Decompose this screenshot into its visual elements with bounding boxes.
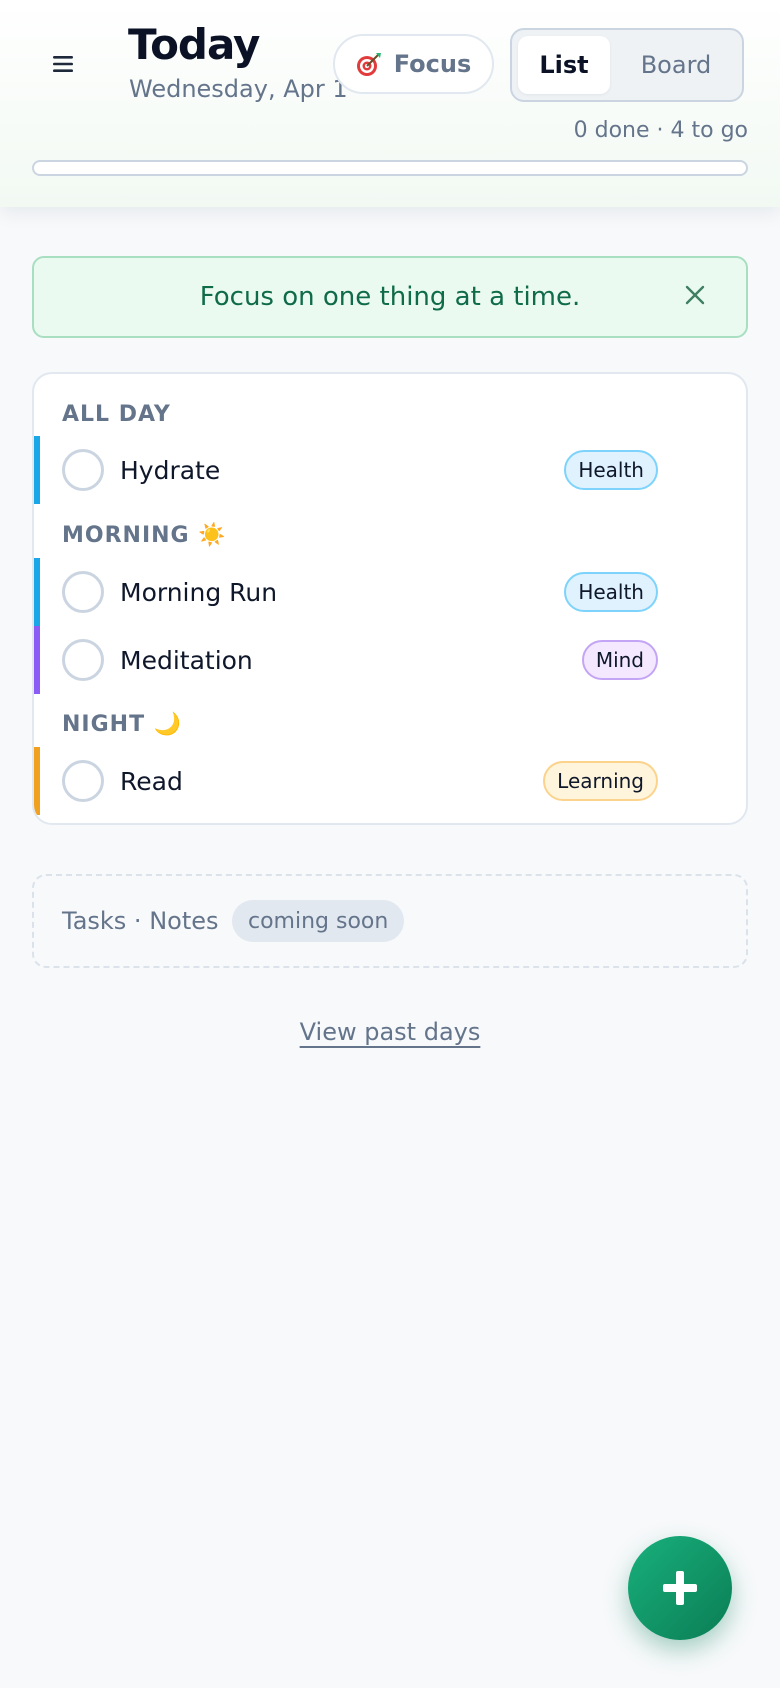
plus-icon — [663, 1571, 697, 1605]
habit-accent-bar — [34, 436, 40, 504]
habit-tag: Learning — [543, 761, 658, 801]
habit-checkbox[interactable] — [62, 449, 104, 491]
tab-board[interactable]: Board — [616, 36, 736, 94]
habit-accent-bar — [34, 558, 40, 626]
habit-checkbox[interactable] — [62, 760, 104, 802]
section-label-morning: MORNING ☀️ — [62, 523, 227, 548]
focus-button[interactable]: Focus — [333, 34, 494, 94]
view-past-days-wrap: View past days — [0, 1018, 780, 1046]
coming-soon-badge: coming soon — [232, 900, 405, 942]
habit-tag: Health — [564, 450, 658, 490]
tab-list[interactable]: List — [518, 36, 610, 94]
habit-name: Hydrate — [120, 456, 221, 485]
habit-row[interactable]: Read Learning — [34, 747, 746, 815]
tasks-notes-label: Tasks · Notes — [62, 907, 219, 935]
habit-accent-bar — [34, 747, 40, 815]
date-subtitle: Wednesday, Apr 1 — [129, 75, 348, 103]
habit-row[interactable]: Morning Run Health — [34, 558, 746, 626]
progress-bar — [32, 160, 748, 176]
close-icon[interactable] — [682, 282, 708, 308]
habit-list-card: ALL DAY Hydrate Health MORNING ☀️ Mornin… — [32, 372, 748, 825]
banner-text: Focus on one thing at a time. — [199, 282, 581, 312]
section-label-all-day: ALL DAY — [62, 402, 171, 427]
page-title: Today — [128, 20, 260, 69]
habit-checkbox[interactable] — [62, 639, 104, 681]
habit-tag: Mind — [581, 640, 658, 680]
tasks-notes-placeholder: Tasks · Notes coming soon — [32, 874, 748, 968]
habit-name: Morning Run — [120, 578, 278, 607]
progress-summary: 0 done · 4 to go — [573, 118, 748, 143]
habit-checkbox[interactable] — [62, 571, 104, 613]
app-header: Today Wednesday, Apr 1 Focus List Board … — [0, 0, 780, 207]
habit-name: Read — [120, 767, 183, 796]
section-label-night: NIGHT 🌙 — [62, 712, 183, 737]
view-past-days-link[interactable]: View past days — [300, 1018, 481, 1046]
habit-name: Meditation — [120, 646, 253, 675]
habit-row[interactable]: Hydrate Health — [34, 436, 746, 504]
dart-target-icon — [356, 53, 381, 76]
hamburger-menu-icon[interactable] — [46, 46, 82, 82]
habit-row[interactable]: Meditation Mind — [34, 626, 746, 694]
add-habit-button[interactable] — [628, 1536, 732, 1640]
tip-banner: Focus on one thing at a time. — [32, 256, 748, 338]
menu-lines — [53, 56, 73, 72]
habit-tag: Health — [564, 572, 658, 612]
view-toggle: List Board — [510, 28, 744, 102]
focus-label: Focus — [393, 50, 472, 78]
habit-accent-bar — [34, 626, 40, 694]
